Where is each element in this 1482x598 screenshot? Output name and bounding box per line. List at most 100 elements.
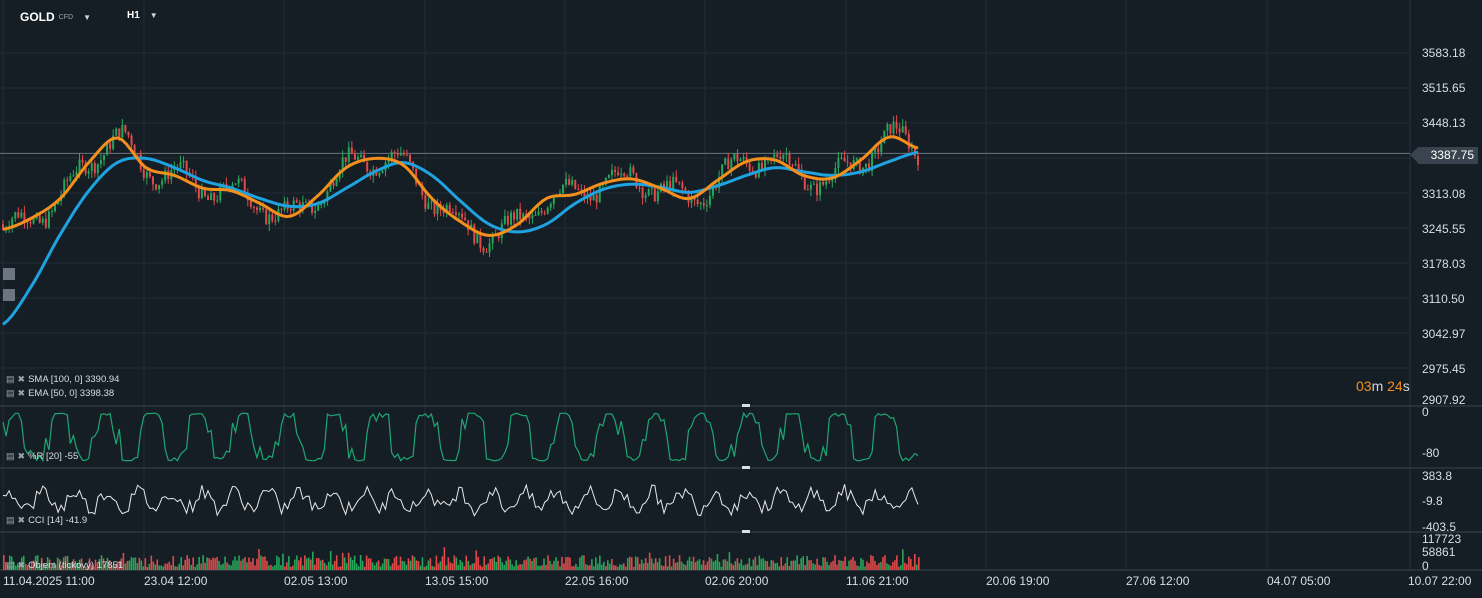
volume-bar xyxy=(168,561,171,570)
close-icon[interactable]: ✖ xyxy=(18,560,26,571)
time-tick: 02.06 20:00 xyxy=(705,574,769,588)
volume-bar xyxy=(152,561,155,570)
close-icon[interactable]: ✖ xyxy=(18,451,26,462)
volume-bar xyxy=(575,563,577,570)
volume-bar xyxy=(766,561,769,570)
candle-body xyxy=(109,143,112,149)
candle-body xyxy=(66,179,69,181)
volume-bar xyxy=(628,556,631,570)
candle-body xyxy=(760,162,763,170)
volume-bar xyxy=(451,563,454,570)
volume-bar xyxy=(786,557,789,570)
volume-bar xyxy=(270,564,272,570)
volume-bar xyxy=(792,560,795,570)
cci-legend: ▤ ✖ CCI [14] -41.9 xyxy=(6,515,87,526)
volume-bar xyxy=(156,559,159,570)
volume-bar xyxy=(632,566,635,570)
volume-bar xyxy=(902,549,904,570)
candle-body xyxy=(809,184,812,190)
volume-bar xyxy=(172,556,175,570)
volume-bar xyxy=(527,556,529,570)
volume-bar xyxy=(162,566,165,570)
volume-bar xyxy=(385,558,388,570)
volume-bar xyxy=(499,557,501,570)
volume-bar xyxy=(134,557,137,570)
menu-icon[interactable]: ▤ xyxy=(6,374,15,385)
menu-icon[interactable]: ▤ xyxy=(6,388,15,399)
volume-bar xyxy=(912,566,914,570)
volume-bar xyxy=(890,565,892,570)
volume-bar xyxy=(435,555,438,570)
volume-bar xyxy=(262,556,264,570)
close-icon[interactable]: ✖ xyxy=(18,374,26,385)
candle-body xyxy=(534,214,537,216)
candle-body xyxy=(78,159,81,173)
volume-bar xyxy=(597,563,599,570)
volume-bar xyxy=(234,556,236,570)
volume-bar xyxy=(581,555,583,570)
symbol-selector[interactable]: GOLD CFD ▼ xyxy=(20,10,91,24)
volume-bar xyxy=(236,560,238,570)
candle-body xyxy=(124,125,127,132)
candle-body xyxy=(742,157,745,160)
volume-bar xyxy=(198,556,200,570)
candle-body xyxy=(629,167,632,177)
candle-body xyxy=(32,218,35,224)
volume-bar xyxy=(852,557,854,570)
countdown-seconds-unit: s xyxy=(1402,378,1410,394)
volume-bar xyxy=(670,566,673,570)
chevron-down-icon: ▼ xyxy=(149,11,158,20)
time-tick: 22.05 16:00 xyxy=(565,574,629,588)
candle-body xyxy=(678,181,681,183)
candle-body xyxy=(29,222,32,224)
candle-body xyxy=(610,169,613,175)
volume-bar xyxy=(437,563,440,570)
volume-bar xyxy=(268,565,270,570)
volume-bar xyxy=(808,560,810,570)
candle-body xyxy=(424,195,427,209)
volume-bar xyxy=(666,566,669,570)
volume-bar xyxy=(748,558,751,570)
candle-body xyxy=(378,172,381,176)
volume-bar xyxy=(457,564,460,570)
menu-icon[interactable]: ▤ xyxy=(6,560,15,571)
candle-body xyxy=(696,199,699,205)
chart-canvas[interactable] xyxy=(0,0,1482,598)
volume-bar xyxy=(413,556,416,570)
volume-bar xyxy=(333,560,336,570)
candle-body xyxy=(396,152,399,156)
price-tick: 3313.08 xyxy=(1422,187,1466,201)
candle-body xyxy=(155,184,158,190)
price-tick: 2975.45 xyxy=(1422,362,1466,376)
volume-bar xyxy=(441,556,444,570)
volume-bar xyxy=(495,561,497,570)
close-icon[interactable]: ✖ xyxy=(18,388,26,399)
candlestick-series xyxy=(2,115,919,258)
time-tick: 10.07 22:00 xyxy=(1408,574,1472,588)
volume-bar xyxy=(794,560,797,570)
candle-body xyxy=(656,191,659,202)
close-icon[interactable]: ✖ xyxy=(18,515,26,526)
volume-bar xyxy=(331,564,334,570)
candle-body xyxy=(907,133,910,149)
panel-toggle-button[interactable] xyxy=(3,289,15,301)
volume-bar xyxy=(888,564,890,570)
volume-bar xyxy=(521,564,523,570)
volume-bar xyxy=(250,561,252,570)
menu-icon[interactable]: ▤ xyxy=(6,451,15,462)
volume-bar xyxy=(415,560,418,570)
candle-body xyxy=(317,204,320,211)
candle-body xyxy=(653,188,656,202)
timeframe-selector[interactable]: H1 ▼ xyxy=(127,10,158,21)
volume-bar xyxy=(304,555,306,570)
volume-bar xyxy=(401,561,404,570)
candle-body xyxy=(451,212,454,214)
volume-bar xyxy=(842,561,844,570)
panel-toggle-button[interactable] xyxy=(3,268,15,280)
candle-body xyxy=(647,189,650,196)
volume-bar xyxy=(228,564,230,570)
menu-icon[interactable]: ▤ xyxy=(6,515,15,526)
volume-bar xyxy=(664,556,667,570)
volume-bar xyxy=(232,560,234,570)
volume-bar xyxy=(788,565,791,570)
